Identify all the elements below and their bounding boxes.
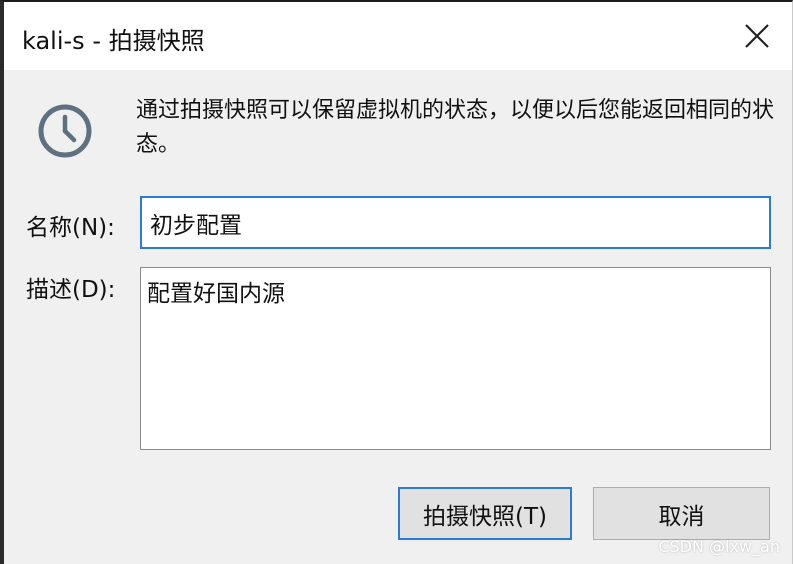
take-snapshot-button[interactable]: 拍摄快照(T) (398, 487, 572, 540)
description-textarea[interactable]: 配置好国内源 (140, 267, 771, 450)
window-title: kali-s - 拍摄快照 (22, 27, 205, 55)
snapshot-dialog: kali-s - 拍摄快照 通过拍摄快照可以保留虚拟机的状态，以便以后您能返回相… (0, 0, 793, 564)
info-message: 通过拍摄快照可以保留虚拟机的状态，以便以后您能返回相同的状态。 (136, 98, 775, 157)
description-label: 描述(D): (26, 277, 116, 303)
close-button[interactable] (732, 12, 782, 60)
title-bar: kali-s - 拍摄快照 (4, 2, 792, 70)
name-input[interactable] (140, 196, 771, 249)
close-icon (745, 24, 769, 48)
cancel-button[interactable]: 取消 (593, 487, 770, 540)
clock-icon (38, 104, 92, 158)
watermark: CSDN @lxw_an (658, 537, 780, 556)
name-label: 名称(N): (26, 215, 115, 241)
